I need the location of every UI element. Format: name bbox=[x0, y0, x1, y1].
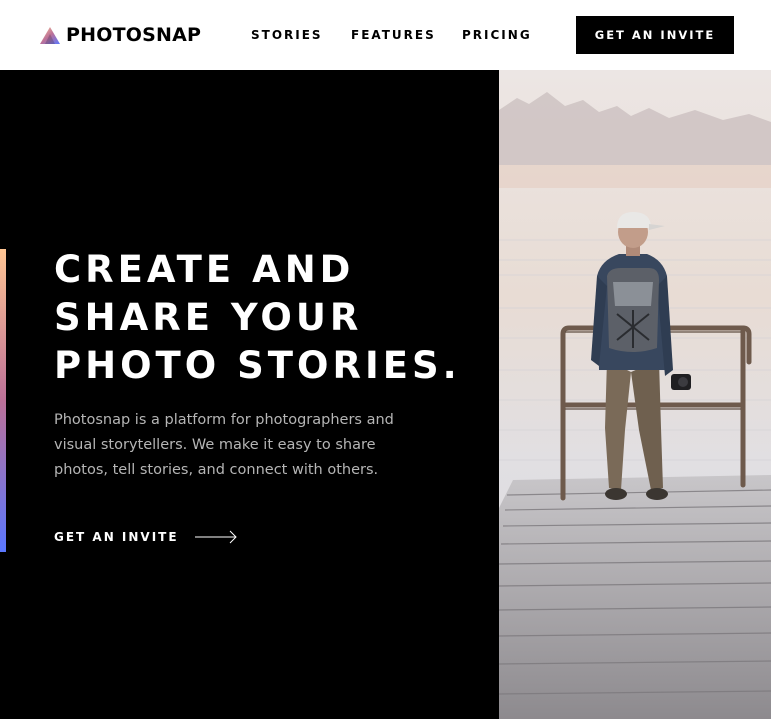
nav-stories-link[interactable]: STORIES bbox=[251, 27, 323, 43]
nav-pricing-link[interactable]: PRICING bbox=[462, 27, 532, 43]
gradient-accent-bar bbox=[0, 249, 6, 552]
hero-cta-label: GET AN INVITE bbox=[54, 530, 179, 544]
hero-title-line-3: PHOTO STORIES. bbox=[54, 344, 461, 387]
hero-description: Photosnap is a platform for photographer… bbox=[54, 412, 394, 478]
hero-photo bbox=[499, 70, 771, 719]
hero-section: CREATE AND SHARE YOUR PHOTO STORIES. Pho… bbox=[0, 70, 499, 719]
hiker-on-pier-photo bbox=[499, 70, 771, 719]
photosnap-logo[interactable]: PHOTOSNAP bbox=[40, 24, 201, 46]
brand-name: PHOTOSNAP bbox=[66, 24, 202, 46]
hero-title: CREATE AND SHARE YOUR PHOTO STORIES. bbox=[54, 246, 474, 390]
header-get-invite-button[interactable]: GET AN INVITE bbox=[576, 16, 734, 54]
logo-triangle-icon bbox=[40, 26, 60, 44]
hero-title-line-2: SHARE YOUR bbox=[54, 296, 363, 339]
arrow-right-icon bbox=[194, 530, 237, 544]
nav-features-link[interactable]: FEATURES bbox=[351, 27, 436, 43]
site-header: PHOTOSNAP STORIES FEATURES PRICING GET A… bbox=[0, 0, 771, 70]
hero-title-line-1: CREATE AND bbox=[54, 248, 355, 291]
hero-get-invite-link[interactable]: GET AN INVITE bbox=[54, 529, 238, 545]
